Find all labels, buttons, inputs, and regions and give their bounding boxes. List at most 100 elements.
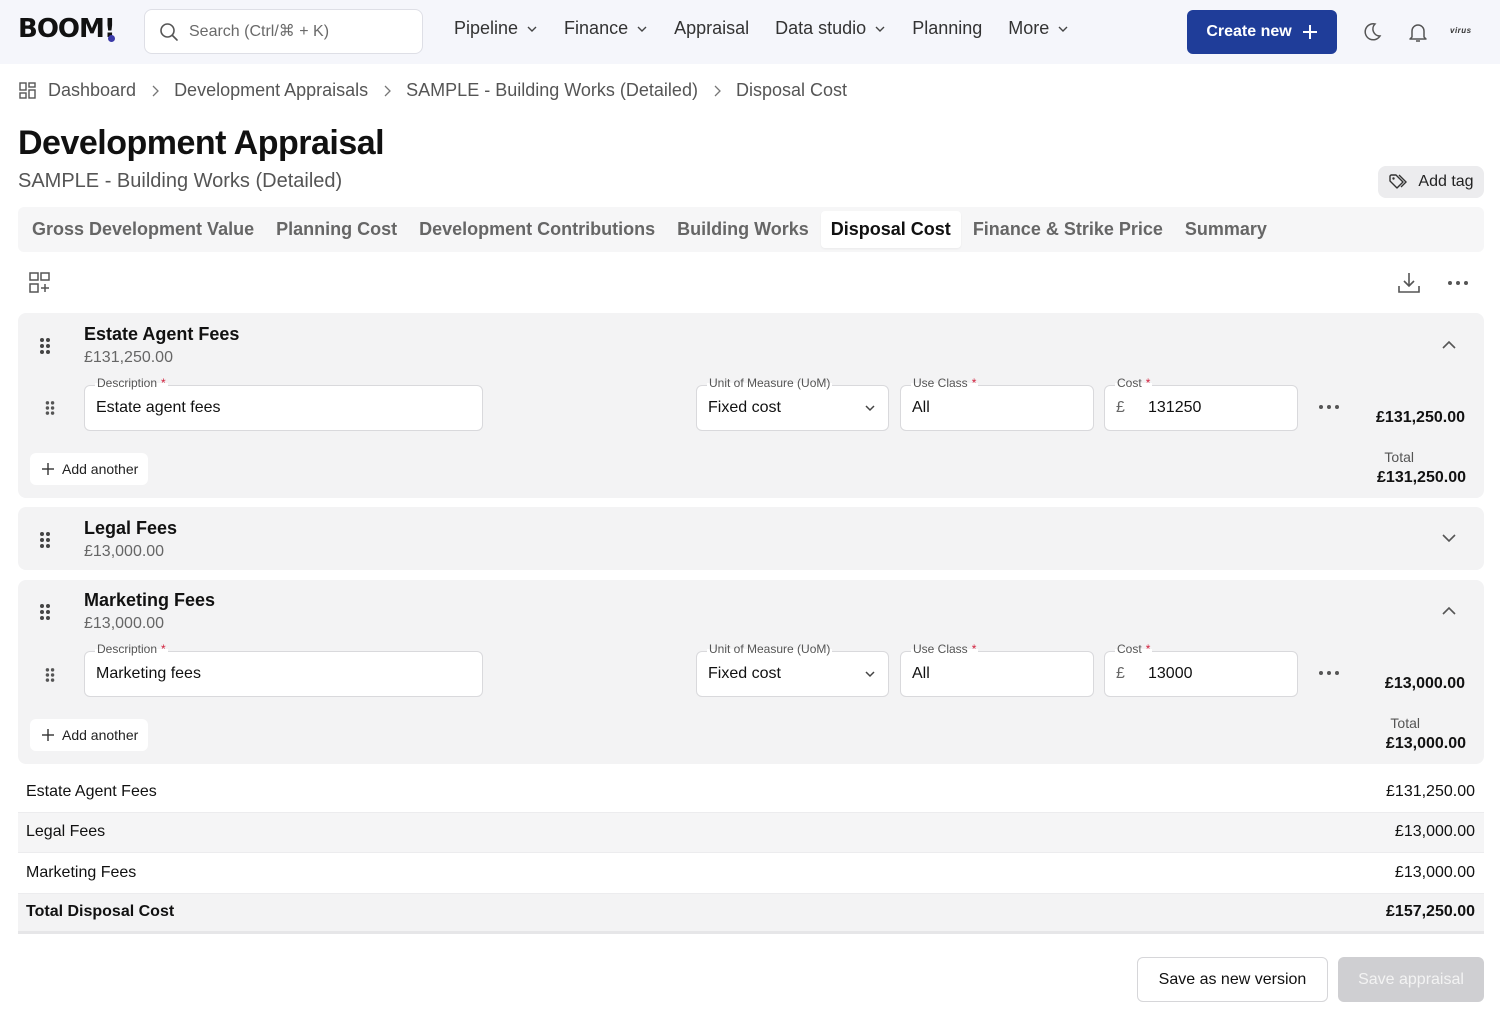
chevron-down-icon [1058,26,1068,32]
tab-development-contributions[interactable]: Development Contributions [409,211,665,248]
plus-icon [1302,25,1317,39]
account-avatar[interactable]: virus [1450,26,1472,35]
uom-value[interactable]: Fixed cost [708,665,781,683]
tab-planning-cost[interactable]: Planning Cost [266,211,407,248]
line-total: £13,000.00 [1384,675,1465,692]
table-row: Estate Agent Fees £131,250.00 [18,772,1484,813]
total-label: Total Disposal Cost [26,903,175,921]
field-label: Unit of Measure (UoM) [707,376,833,390]
field-label: Unit of Measure (UoM) [707,642,833,656]
nav-label: Pipeline [454,18,519,38]
chevron-down-icon [865,671,875,678]
drag-handle-icon[interactable] [38,336,52,356]
breadcrumb-development-appraisals[interactable]: Development Appraisals [174,80,368,101]
tab-gross-development-value[interactable]: Gross Development Value [22,211,264,248]
section-total-value: £13,000.00 [1385,735,1466,752]
field-label: Use Class * [911,376,979,390]
chevron-right-icon [714,85,721,96]
logo-text: BOOM [18,14,105,44]
drag-handle-icon[interactable] [38,602,52,622]
total-row: Total Disposal Cost £157,250.00 [18,893,1484,934]
download-icon[interactable] [1397,271,1421,295]
row-label: Estate Agent Fees [26,782,157,800]
create-new-button[interactable]: Create new [1187,10,1337,54]
nav-planning[interactable]: Planning [912,18,982,39]
dashboard-icon [19,81,36,99]
section-title: Estate Agent Fees [84,324,240,344]
line-more-icon[interactable] [1318,404,1340,410]
nav-more[interactable]: More [1008,18,1069,39]
add-another-label: Add another [62,727,139,743]
drag-handle-icon[interactable] [38,530,52,550]
bell-icon[interactable] [1406,20,1430,44]
description-value[interactable]: Marketing fees [96,665,201,683]
use-class-value[interactable]: All [912,665,930,683]
nav-finance[interactable]: Finance [564,18,648,39]
tab-building-works[interactable]: Building Works [667,211,819,248]
search-box[interactable] [144,9,423,54]
page-subtitle: SAMPLE - Building Works (Detailed) [18,170,343,192]
uom-select[interactable]: Unit of Measure (UoM) Fixed cost [696,642,889,697]
search-input[interactable] [189,22,409,41]
drag-handle-icon[interactable] [44,666,56,684]
tab-summary[interactable]: Summary [1175,211,1277,248]
add-another-button[interactable]: Add another [30,719,149,751]
table-row: Legal Fees £13,000.00 [18,812,1484,853]
cost-field[interactable]: Cost * £ 13000 [1104,642,1298,697]
uom-value[interactable]: Fixed cost [708,399,781,417]
field-label: Use Class * [911,642,979,656]
total-value: £157,250.00 [1386,903,1475,921]
currency-symbol: £ [1116,665,1125,682]
add-tag-label: Add tag [1418,173,1474,190]
row-value: £13,000.00 [1394,863,1475,881]
row-value: £13,000.00 [1394,823,1475,841]
drag-handle-icon[interactable] [44,399,56,417]
use-class-field[interactable]: Use Class * All [900,642,1094,697]
save-as-new-version-button[interactable]: Save as new version [1137,957,1328,1002]
section-amount: £131,250.00 [84,349,173,366]
chevron-up-icon[interactable] [1440,336,1458,354]
line-more-icon[interactable] [1318,670,1340,676]
logo-bang: ! [103,14,116,44]
tab-finance-strike-price[interactable]: Finance & Strike Price [963,211,1173,248]
add-tag-button[interactable]: Add tag [1378,166,1484,198]
chevron-up-icon[interactable] [1440,602,1458,620]
plus-icon [42,463,54,475]
nav-label: Appraisal [674,18,750,38]
save-appraisal-button[interactable]: Save appraisal [1338,957,1484,1002]
moon-icon[interactable] [1360,20,1384,44]
cost-value[interactable]: 13000 [1148,665,1193,683]
nav-label: Planning [912,18,983,38]
page-title: Development Appraisal [18,124,385,162]
use-class-field[interactable]: Use Class * All [900,376,1094,431]
description-value[interactable]: Estate agent fees [96,399,221,417]
chevron-down-icon[interactable] [1440,529,1458,547]
app-logo[interactable]: BOOM! [18,14,116,44]
cost-value[interactable]: 131250 [1148,399,1201,417]
disposal-cost-summary-table: Estate Agent Fees £131,250.00 Legal Fees… [18,772,1484,934]
nav-pipeline[interactable]: Pipeline [454,18,538,39]
section-estate-agent-fees: Estate Agent Fees £131,250.00 Descriptio… [18,313,1484,498]
breadcrumb-dashboard[interactable]: Dashboard [48,80,136,101]
description-field[interactable]: Description * Marketing fees [84,642,483,697]
create-new-label: Create new [1206,23,1292,40]
chevron-down-icon [875,26,885,32]
description-field[interactable]: Description * Estate agent fees [84,376,483,431]
more-options-icon[interactable] [1446,271,1470,295]
tab-disposal-cost[interactable]: Disposal Cost [820,211,961,248]
add-another-button[interactable]: Add another [30,453,149,485]
breadcrumb-appraisal[interactable]: SAMPLE - Building Works (Detailed) [406,80,698,101]
section-title: Legal Fees [84,518,178,538]
nav-label: Data studio [775,18,867,38]
nav-data-studio[interactable]: Data studio [775,18,886,39]
use-class-value[interactable]: All [912,399,930,417]
nav-appraisal[interactable]: Appraisal [674,18,749,39]
section-total-label: Total [1384,449,1414,465]
cost-field[interactable]: Cost * £ 131250 [1104,376,1298,431]
add-widget-icon[interactable] [28,271,52,295]
plus-icon [42,729,54,741]
uom-select[interactable]: Unit of Measure (UoM) Fixed cost [696,376,889,431]
breadcrumb: Dashboard Development Appraisals SAMPLE … [18,80,847,101]
currency-symbol: £ [1116,399,1125,416]
top-navigation-bar: BOOM! Pipeline Finance Appraisal Data st… [0,0,1500,64]
